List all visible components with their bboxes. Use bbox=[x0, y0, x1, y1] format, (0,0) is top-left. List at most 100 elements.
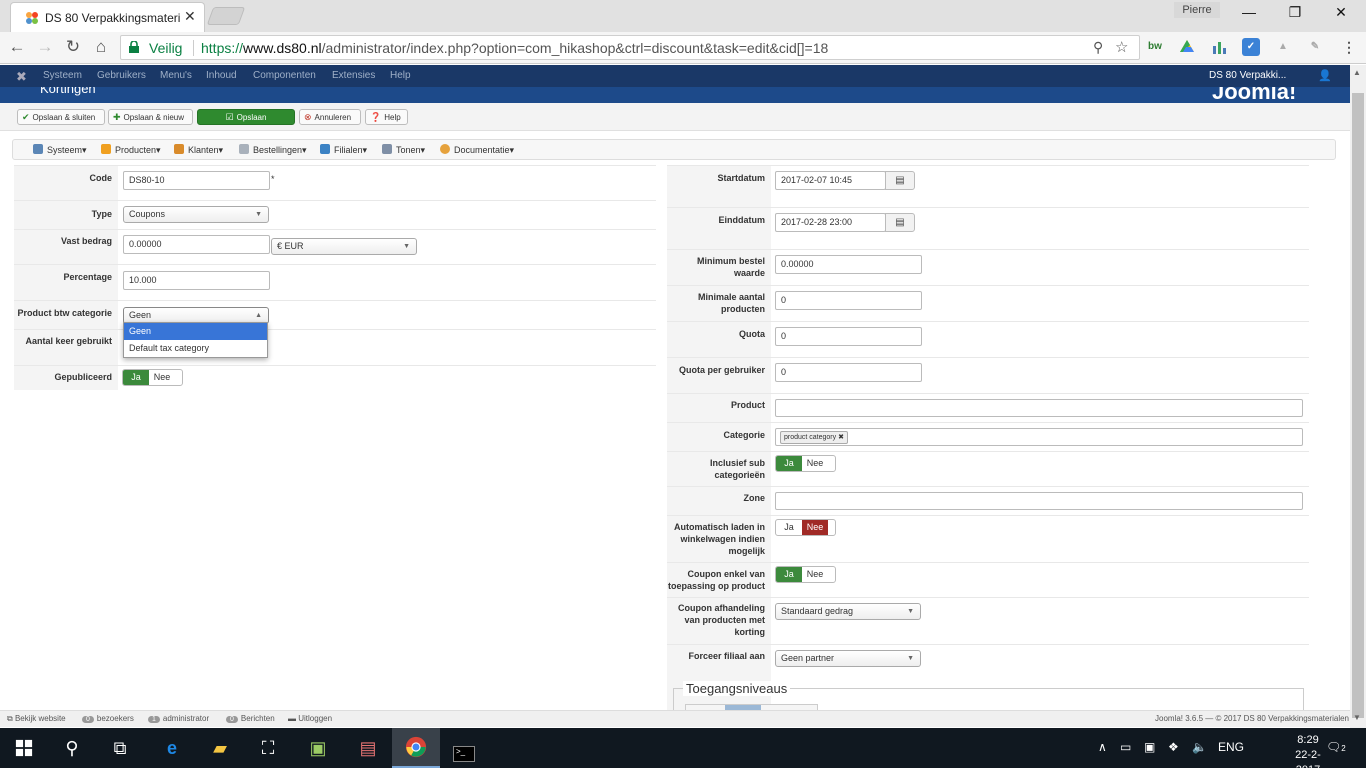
published-no[interactable]: Nee bbox=[149, 370, 175, 385]
code-input[interactable]: DS80-10 bbox=[123, 171, 270, 190]
new-tab-button[interactable] bbox=[206, 7, 246, 25]
subcategories-yes[interactable]: Ja bbox=[776, 456, 802, 471]
zone-input[interactable] bbox=[775, 492, 1303, 510]
currency-select[interactable]: € EUR ▼ bbox=[271, 238, 417, 255]
hika-menu-tonen[interactable]: Tonen▾ bbox=[382, 144, 425, 156]
user-icon[interactable]: 👤 bbox=[1318, 69, 1332, 82]
tray-chevron-icon[interactable]: ∧ bbox=[1098, 740, 1107, 754]
omnibox[interactable]: Veilig https://www.ds80.nl/administrator… bbox=[120, 35, 1140, 60]
tax-option-geen[interactable]: Geen bbox=[124, 323, 267, 340]
coupon-only-toggle[interactable]: Ja Nee bbox=[775, 566, 836, 583]
home-icon[interactable]: ⌂ bbox=[89, 37, 113, 59]
file-explorer-icon[interactable]: ▰ bbox=[196, 728, 244, 768]
nav-menus[interactable]: Menu's bbox=[160, 70, 192, 81]
quota-per-user-input[interactable]: 0 bbox=[775, 363, 922, 382]
coupon-only-yes[interactable]: Ja bbox=[776, 567, 802, 582]
category-input[interactable] bbox=[775, 428, 1303, 446]
nav-extensies[interactable]: Extensies bbox=[332, 70, 375, 81]
minimize-button[interactable]: — bbox=[1226, 4, 1272, 24]
battery-icon[interactable]: ▭ bbox=[1120, 740, 1131, 754]
scrollbar-thumb[interactable] bbox=[1352, 93, 1364, 718]
hp-icon[interactable]: ▣ bbox=[294, 728, 342, 768]
restore-button[interactable]: ❐ bbox=[1272, 4, 1318, 24]
calendar-icon[interactable]: ▤ bbox=[885, 171, 915, 190]
autoload-yes[interactable]: Ja bbox=[776, 520, 802, 535]
profile-button[interactable]: Pierre bbox=[1174, 2, 1220, 18]
network-icon[interactable]: ▣ bbox=[1144, 740, 1155, 754]
store-icon[interactable]: ⛶ bbox=[244, 728, 292, 768]
logout-link[interactable]: ▬ Uitloggen bbox=[288, 714, 332, 723]
menu-icon[interactable]: ⋮ bbox=[1340, 38, 1358, 56]
hika-menu-producten[interactable]: Producten▾ bbox=[101, 144, 161, 156]
subcategories-no[interactable]: Nee bbox=[802, 456, 828, 471]
product-input[interactable] bbox=[775, 399, 1303, 417]
cancel-button[interactable]: ⊗ Annuleren bbox=[299, 109, 361, 125]
min-order-input[interactable]: 0.00000 bbox=[775, 255, 922, 274]
chart-icon[interactable] bbox=[1210, 38, 1228, 56]
drive-gray-icon[interactable]: ▲ bbox=[1274, 38, 1292, 56]
terminal-icon[interactable]: >_ bbox=[440, 728, 488, 768]
close-window-button[interactable]: ✕ bbox=[1318, 4, 1364, 24]
save-button[interactable]: ☑ Opslaan bbox=[197, 109, 295, 125]
min-products-input[interactable]: 0 bbox=[775, 291, 922, 310]
nav-systeem[interactable]: Systeem bbox=[43, 70, 82, 81]
percentage-input[interactable]: 10.000 bbox=[123, 271, 270, 290]
app-icon[interactable]: ▤ bbox=[344, 728, 392, 768]
hika-menu-bestellingen[interactable]: Bestellingen▾ bbox=[239, 144, 307, 156]
browser-tab[interactable]: DS 80 Verpakkingsmateri ✕ bbox=[10, 2, 205, 32]
save-close-button[interactable]: ✔ Opslaan & sluiten bbox=[17, 109, 105, 125]
page-scrollbar[interactable]: ▲ ▼ bbox=[1350, 65, 1366, 728]
bookmark-star-icon[interactable]: ☆ bbox=[1115, 38, 1128, 56]
tax-option-default[interactable]: Default tax category bbox=[124, 340, 267, 357]
help-button[interactable]: ❓ Help bbox=[365, 109, 408, 125]
save-new-button[interactable]: ✚ Opslaan & nieuw bbox=[108, 109, 193, 125]
dropbox-icon[interactable]: ❖ bbox=[1168, 740, 1179, 754]
clock[interactable]: 8:29 22-2-2017 bbox=[1284, 733, 1332, 778]
fixed-amount-input[interactable]: 0.00000 bbox=[123, 235, 270, 254]
nav-componenten[interactable]: Componenten bbox=[253, 70, 316, 81]
end-date-input[interactable]: 2017-02-28 23:00 bbox=[775, 213, 886, 232]
nav-gebruikers[interactable]: Gebruikers bbox=[97, 70, 146, 81]
notification-icon[interactable]: 🗨2 bbox=[1326, 740, 1346, 754]
coupon-only-no[interactable]: Nee bbox=[802, 567, 828, 582]
reload-icon[interactable]: ↻ bbox=[61, 37, 85, 59]
scroll-down-icon[interactable]: ▼ bbox=[1353, 713, 1361, 722]
drive-icon[interactable] bbox=[1178, 38, 1196, 56]
published-toggle[interactable]: Ja Nee bbox=[122, 369, 183, 386]
joomla-logo-icon[interactable]: ✖ bbox=[16, 69, 27, 85]
nav-help[interactable]: Help bbox=[390, 70, 411, 81]
forward-icon[interactable]: → bbox=[33, 37, 57, 59]
view-site-link[interactable]: ⧉ Bekijk website bbox=[7, 714, 66, 724]
task-view-icon[interactable]: ⧉ bbox=[96, 728, 144, 768]
published-yes[interactable]: Ja bbox=[123, 370, 149, 385]
hika-menu-klanten[interactable]: Klanten▾ bbox=[174, 144, 223, 156]
pdf-icon[interactable]: ✎ bbox=[1306, 38, 1324, 56]
hika-menu-systeem[interactable]: Systeem▾ bbox=[33, 144, 87, 156]
start-icon[interactable] bbox=[0, 728, 48, 768]
volume-icon[interactable]: 🔈 bbox=[1192, 740, 1207, 754]
scroll-up-icon[interactable]: ▲ bbox=[1353, 68, 1361, 77]
search-icon[interactable]: ⚲ bbox=[48, 728, 96, 768]
subcategories-toggle[interactable]: Ja Nee bbox=[775, 455, 836, 472]
chrome-icon[interactable] bbox=[392, 728, 440, 768]
edge-icon[interactable]: e bbox=[148, 728, 196, 768]
back-icon[interactable]: ← bbox=[5, 37, 29, 59]
remove-tag-icon[interactable]: ✖ bbox=[838, 434, 844, 441]
tab-close-icon[interactable]: ✕ bbox=[184, 8, 196, 25]
hika-menu-documentatie[interactable]: Documentatie▾ bbox=[440, 144, 514, 156]
language-indicator[interactable]: ENG bbox=[1218, 740, 1244, 754]
zoom-icon[interactable]: ⚲ bbox=[1093, 39, 1103, 56]
site-link[interactable]: DS 80 Verpakki... bbox=[1209, 70, 1286, 81]
autoload-no[interactable]: Nee bbox=[802, 520, 828, 535]
affiliate-select[interactable]: Geen partner ▼ bbox=[775, 650, 921, 667]
messages-link[interactable]: 0 Berichten bbox=[226, 714, 275, 723]
autoload-toggle[interactable]: Ja Nee bbox=[775, 519, 836, 536]
bw-extension-icon[interactable]: bw bbox=[1146, 38, 1164, 56]
start-date-input[interactable]: 2017-02-07 10:45 bbox=[775, 171, 886, 190]
type-select[interactable]: Coupons ▼ bbox=[123, 206, 269, 223]
handling-select[interactable]: Standaard gedrag ▼ bbox=[775, 603, 921, 620]
check-icon[interactable]: ✓ bbox=[1242, 38, 1260, 56]
calendar-icon[interactable]: ▤ bbox=[885, 213, 915, 232]
hika-menu-filialen[interactable]: Filialen▾ bbox=[320, 144, 367, 156]
nav-inhoud[interactable]: Inhoud bbox=[206, 70, 237, 81]
